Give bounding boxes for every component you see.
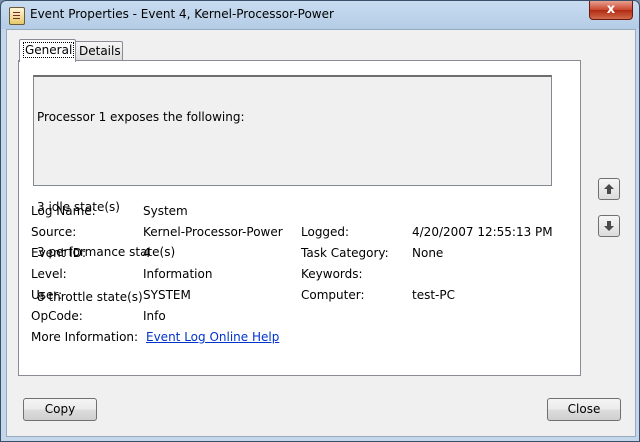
description-line [37, 155, 548, 170]
description-line: Processor 1 exposes the following: [37, 110, 245, 124]
event-properties-window: Event Properties - Event 4, Kernel-Proce… [0, 0, 640, 442]
source-label: Source: [31, 225, 77, 239]
computer-label: Computer: [301, 288, 365, 302]
task-category-label: Task Category: [301, 246, 389, 260]
event-viewer-app-icon [9, 7, 25, 25]
source-value[interactable]: Kernel-Processor-Power [143, 225, 283, 239]
window-title: Event Properties - Event 4, Kernel-Proce… [30, 7, 334, 21]
logged-label: Logged: [301, 225, 350, 239]
tab-details-label: Details [79, 44, 121, 58]
level-value[interactable]: Information [143, 267, 212, 281]
event-log-online-help-link[interactable]: Event Log Online Help [146, 330, 279, 344]
copy-button[interactable]: Copy [23, 398, 97, 421]
more-information-label: More Information: [31, 330, 139, 344]
opcode-label: OpCode: [31, 309, 83, 323]
event-description-box[interactable]: Processor 1 exposes the following: 3 idl… [33, 75, 552, 304]
user-label: User: [31, 288, 63, 302]
event-id-value[interactable]: 4 [143, 246, 151, 260]
logged-value[interactable]: 4/20/2007 12:55:13 PM [412, 225, 553, 239]
log-name-label: Log Name: [31, 204, 96, 218]
tab-general-label: General [22, 42, 75, 58]
log-name-value[interactable]: System [143, 204, 188, 218]
arrow-up-icon [604, 184, 614, 194]
arrow-down-icon [604, 221, 614, 231]
tab-details[interactable]: Details [74, 41, 123, 61]
task-category-value[interactable]: None [412, 246, 443, 260]
window-close-button[interactable]: x [589, 1, 633, 20]
user-value[interactable]: SYSTEM [143, 288, 191, 302]
event-id-label: Event ID: [31, 246, 87, 260]
general-tab-panel: Processor 1 exposes the following: 3 idl… [18, 60, 581, 376]
dialog-client-area: General Details Processor 1 exposes the … [6, 29, 636, 437]
previous-event-button[interactable] [598, 178, 620, 200]
opcode-value[interactable]: Info [143, 309, 166, 323]
description-line: 8 throttle state(s) [37, 290, 143, 304]
title-bar[interactable]: Event Properties - Event 4, Kernel-Proce… [1, 1, 639, 29]
description-line: 3 performance state(s) [37, 245, 176, 259]
computer-value[interactable]: test-PC [412, 288, 455, 302]
close-button[interactable]: Close [547, 398, 621, 421]
description-line: 3 idle state(s) [37, 200, 120, 214]
level-label: Level: [31, 267, 67, 281]
next-event-button[interactable] [598, 215, 620, 237]
keywords-label: Keywords: [301, 267, 363, 281]
tab-general[interactable]: General [19, 39, 76, 62]
